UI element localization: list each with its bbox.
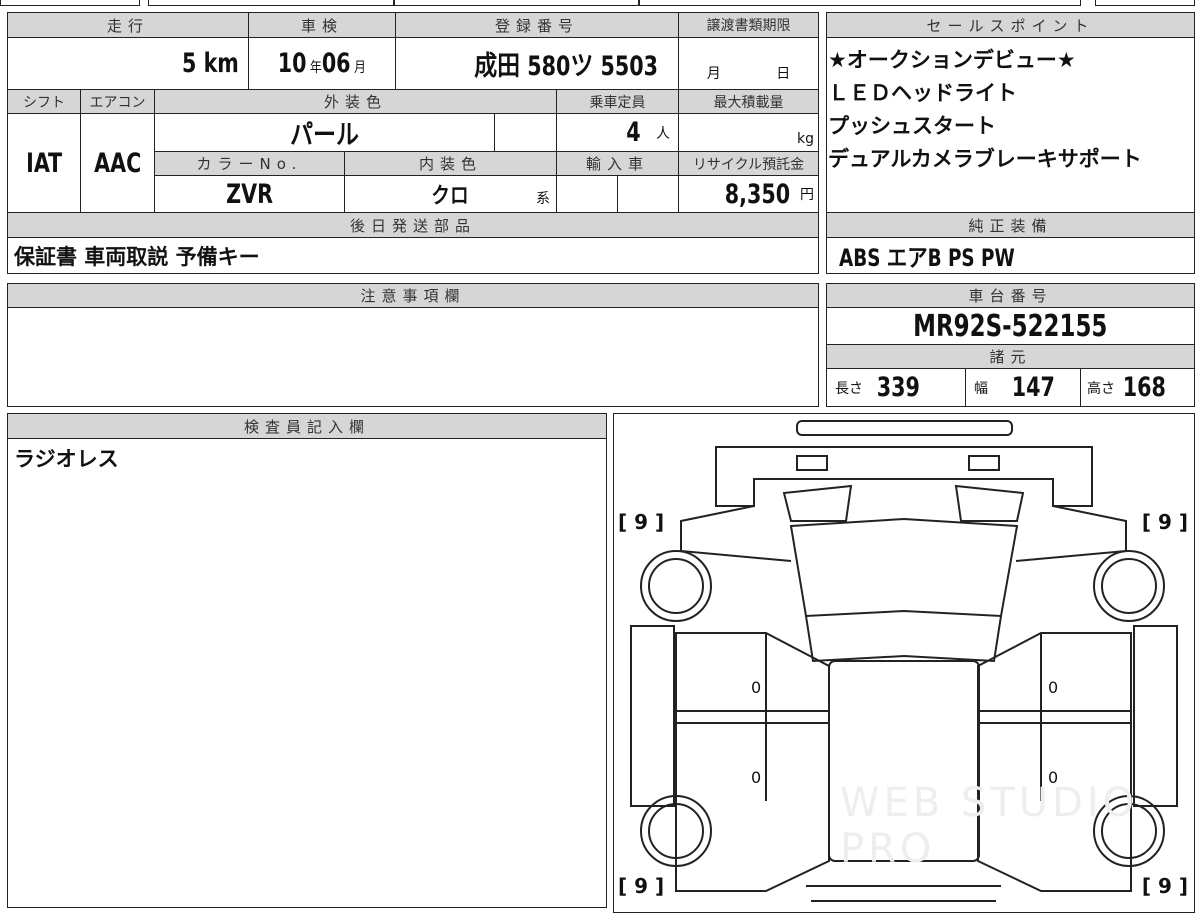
length-cell: 長さ 339 bbox=[826, 368, 966, 407]
later-parts-header: 後日発送部品 bbox=[7, 212, 819, 238]
recycle-amount: 8,350 bbox=[724, 178, 791, 210]
mileage-unit: km bbox=[203, 48, 239, 79]
exterior-color-text: パール bbox=[290, 120, 359, 151]
panel-mark: 0 bbox=[1048, 678, 1059, 697]
capacity-header: 乗車定員 bbox=[556, 89, 679, 114]
sales-point: ★オークションデビュー★ bbox=[828, 48, 1076, 72]
sales-points-list: ★オークションデビュー★ ＬＥＤヘッドライト プッシュスタート デュアルカメラブ… bbox=[828, 44, 1142, 176]
color-no-header: カラーNo. bbox=[154, 151, 345, 176]
tire-label-rear-right: [ 9 ] bbox=[1141, 874, 1188, 898]
watermark: WEB STUDIO PRO bbox=[840, 780, 1139, 872]
max-load-unit: kg bbox=[797, 131, 814, 147]
registration-value: 成田 580ツ 5503 bbox=[395, 37, 679, 90]
chassis-no-header: 車台番号 bbox=[826, 283, 1195, 308]
shift-header: シフト bbox=[7, 89, 81, 114]
capacity-value: 4人 bbox=[556, 113, 679, 152]
sales-point: デュアルカメラブレーキサポート bbox=[828, 147, 1142, 171]
genuine-equipment-value: ABS エアB PS PW bbox=[826, 237, 1195, 274]
import-value-2 bbox=[617, 175, 679, 213]
later-parts-value: 保証書 車両取説 予備キー bbox=[7, 237, 819, 274]
width-value: 147 bbox=[1011, 372, 1055, 403]
exterior-color-header: 外装色 bbox=[154, 89, 557, 114]
inspection-header: 車検 bbox=[248, 12, 396, 38]
genuine-equipment-text: ABS エアB PS PW bbox=[839, 244, 1015, 272]
tire-label-front-left: [ 9 ] bbox=[618, 510, 665, 534]
tire-label-rear-left: [ 9 ] bbox=[618, 874, 665, 898]
inspector-note: ラジオレス bbox=[14, 447, 119, 471]
transfer-deadline-header: 譲渡書類期限 bbox=[678, 12, 819, 38]
aircon-header: エアコン bbox=[80, 89, 155, 114]
top-strip-cell bbox=[639, 0, 1081, 6]
height-label: 高さ bbox=[1087, 380, 1115, 397]
interior-color-text: クロ bbox=[431, 184, 470, 209]
chassis-no-text: MR92S-522155 bbox=[913, 308, 1108, 344]
capacity-unit: 人 bbox=[656, 125, 670, 142]
notes-box bbox=[7, 307, 819, 407]
length-value: 339 bbox=[876, 372, 920, 403]
panel-mark: 0 bbox=[751, 768, 762, 787]
length-label: 長さ bbox=[835, 380, 863, 397]
later-parts-text: 保証書 車両取説 予備キー bbox=[14, 244, 260, 269]
transfer-day: 日 bbox=[776, 66, 791, 82]
top-strip-cell bbox=[0, 0, 140, 6]
inspector-header: 検査員記入欄 bbox=[7, 413, 607, 439]
width-label: 幅 bbox=[974, 380, 988, 397]
shift-text: IAT bbox=[26, 147, 62, 179]
interior-color-value: クロ 系 bbox=[344, 175, 557, 213]
panel-mark: 0 bbox=[751, 678, 762, 697]
sales-point: プッシュスタート bbox=[828, 114, 996, 138]
aircon-value: AAC bbox=[80, 113, 155, 213]
inspection-month: 06 bbox=[322, 48, 351, 79]
registration-header: 登録番号 bbox=[395, 12, 679, 38]
genuine-equipment-header: 純正装備 bbox=[826, 212, 1195, 238]
month-unit: 月 bbox=[354, 60, 367, 76]
top-strip-cell bbox=[394, 0, 639, 6]
inspector-box: ラジオレス bbox=[7, 438, 607, 908]
exterior-color-extra bbox=[494, 113, 557, 152]
import-header: 輸入車 bbox=[556, 151, 679, 176]
specs-header: 諸元 bbox=[826, 344, 1195, 369]
transfer-month: 月 bbox=[706, 66, 721, 82]
top-strip-cell bbox=[148, 0, 394, 6]
recycle-header: リサイクル預託金 bbox=[678, 151, 819, 176]
recycle-unit: 円 bbox=[800, 187, 814, 203]
chassis-no-value: MR92S-522155 bbox=[826, 307, 1195, 345]
year-unit: 年 bbox=[310, 60, 322, 76]
inspection-year: 10 bbox=[277, 48, 307, 79]
tire-label-front-right: [ 9 ] bbox=[1141, 510, 1188, 534]
recycle-value: 8,350 円 bbox=[678, 175, 819, 213]
sales-points-header: セールスポイント bbox=[826, 12, 1195, 38]
notes-header: 注意事項欄 bbox=[7, 283, 819, 308]
inspection-value: 10 年06 月 bbox=[248, 37, 396, 90]
mileage-header: 走行 bbox=[7, 12, 249, 38]
aircon-text: AAC bbox=[93, 147, 142, 179]
interior-color-header: 内装色 bbox=[344, 151, 557, 176]
capacity-number: 4 bbox=[626, 117, 641, 148]
height-cell: 高さ 168 bbox=[1080, 368, 1195, 407]
transfer-deadline-value: 月日 bbox=[678, 37, 819, 90]
registration-text: 成田 580ツ 5503 bbox=[473, 51, 658, 82]
mileage-number: 5 bbox=[182, 48, 197, 79]
import-value bbox=[556, 175, 618, 213]
color-no-value: ZVR bbox=[154, 175, 345, 213]
mileage-value: 5 km bbox=[7, 37, 249, 90]
color-no-text: ZVR bbox=[226, 178, 273, 210]
sales-point: ＬＥＤヘッドライト bbox=[828, 81, 1017, 105]
width-cell: 幅 147 bbox=[965, 368, 1081, 407]
max-load-value: kg bbox=[678, 113, 819, 152]
interior-suffix: 系 bbox=[536, 191, 550, 207]
max-load-header: 最大積載量 bbox=[678, 89, 819, 114]
exterior-color-value: パール bbox=[154, 113, 495, 152]
height-value: 168 bbox=[1122, 372, 1166, 403]
top-strip-cell bbox=[1095, 0, 1195, 6]
shift-value: IAT bbox=[7, 113, 81, 213]
